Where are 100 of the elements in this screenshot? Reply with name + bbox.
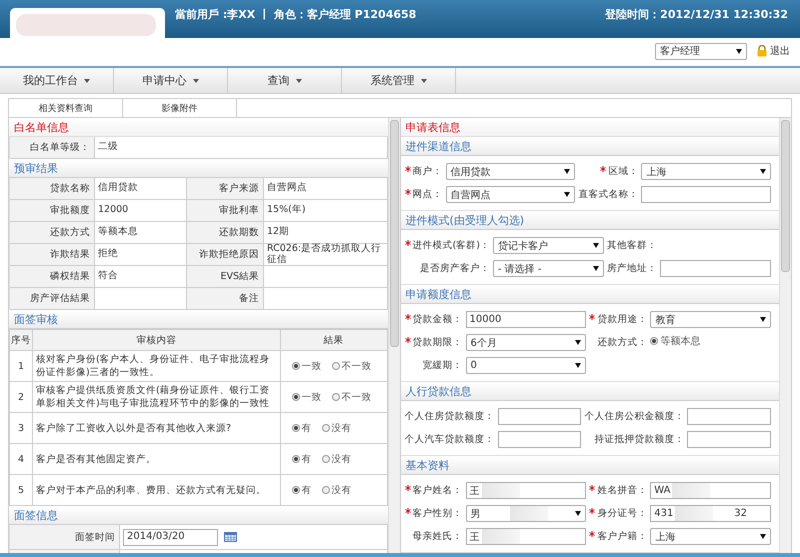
field-label: 母亲姓氏： — [412, 530, 462, 543]
radio-option[interactable]: 不一致 — [332, 390, 372, 404]
caret-icon — [575, 340, 582, 345]
required-icon — [404, 337, 410, 343]
field-label: 个人住房公积金额度： — [584, 410, 684, 423]
field-label: 客户姓名： — [412, 484, 462, 497]
radio-option[interactable]: 没有 — [322, 452, 352, 466]
field-label: 备注 — [187, 288, 264, 310]
dropdown[interactable]: 上海 — [641, 163, 771, 180]
caret-icon — [575, 511, 582, 516]
dropdown[interactable]: - 请选择 - — [492, 260, 604, 277]
required-icon — [404, 314, 410, 320]
menu-item[interactable]: 查询 — [228, 68, 342, 93]
radio-option[interactable]: 一致 — [292, 360, 322, 372]
field-label: 还款期数 — [187, 222, 264, 244]
input-field[interactable] — [641, 186, 771, 203]
caret-icon — [575, 363, 582, 368]
caret-icon — [84, 78, 90, 82]
caret-icon — [564, 169, 570, 174]
field-label: 还款方式 — [10, 222, 95, 244]
caret-icon — [564, 192, 570, 197]
radio-option[interactable]: 等额本息 — [650, 334, 771, 348]
calendar-icon[interactable] — [224, 532, 237, 542]
field-label: 贷款名称 — [10, 178, 95, 200]
lock-icon — [757, 45, 767, 57]
table-cell: 审核客户提供纸质资质文件(藉身份证原件、银行工资单影相关文件)与电子审批流程环节中的影像的一致性 — [32, 382, 280, 412]
field-label: 审批额度 — [10, 200, 95, 222]
input-field[interactable] — [687, 408, 771, 425]
tab[interactable]: 相关资料查询 — [9, 99, 123, 117]
section-title: 预审结果 — [9, 159, 388, 178]
table-cell: 3 — [10, 412, 32, 444]
field-value: 15%(年) — [264, 200, 388, 222]
input-field[interactable]: 王 — [466, 482, 586, 499]
section-title: 进件模式(由受理人勾选) — [400, 211, 779, 230]
radio-option[interactable]: 不一致 — [332, 360, 372, 372]
field-label: 个人住房贷款额度： — [404, 410, 494, 423]
section-title: 人行贷款信息 — [400, 382, 779, 401]
table-cell: 核对客户身份(客户本人、身份证件、电子审批流程身份证件影像)三者的一致性。 — [32, 350, 280, 382]
field-label: 诈欺结果 — [10, 244, 95, 266]
dropdown[interactable]: 教育 — [650, 311, 771, 328]
radio-option[interactable]: 没有 — [322, 422, 352, 434]
radio-option[interactable]: 有 — [292, 452, 312, 466]
table-cell: 1 — [10, 350, 32, 382]
dropdown[interactable]: 信用贷款 — [446, 163, 576, 180]
input-field[interactable] — [498, 431, 582, 448]
dropdown[interactable]: 0 — [466, 357, 586, 374]
dropdown[interactable]: 上海 — [650, 528, 771, 545]
radio-option[interactable]: 没有 — [322, 484, 352, 496]
section-title: 申请表信息 — [400, 118, 779, 137]
menu-item[interactable]: 我的工作台 — [0, 68, 114, 93]
field-label: 其他客群： — [606, 239, 657, 252]
input-field[interactable] — [660, 260, 771, 277]
dropdown[interactable]: 男 — [466, 505, 586, 522]
section-title: 面签信息 — [9, 506, 388, 525]
input-field[interactable]: WA — [650, 482, 771, 499]
field-label: 贷款期限： — [412, 336, 462, 349]
required-icon — [589, 508, 596, 514]
logout-link[interactable]: 退出 — [757, 44, 790, 58]
required-icon — [404, 189, 410, 195]
table-cell: 2 — [10, 382, 32, 412]
dropdown[interactable]: 贷记卡客户 — [492, 237, 604, 254]
field-label: 贷款金额： — [412, 313, 462, 326]
field-label: 姓名拼音： — [597, 484, 648, 497]
radio-option[interactable]: 一致 — [292, 390, 322, 404]
dropdown[interactable]: 自营网点 — [446, 186, 576, 203]
input-field[interactable]: 431 32 — [650, 505, 771, 522]
field-label: 房产地址： — [606, 262, 657, 275]
date-field[interactable]: 2014/03/20 — [123, 528, 218, 546]
field-label: 直客式名称： — [578, 188, 638, 201]
role-dropdown[interactable]: 客户经理 — [655, 42, 747, 60]
field-label: 身分证号： — [597, 507, 648, 520]
field-value: 12期 — [264, 222, 388, 244]
input-field[interactable]: 王 — [466, 528, 586, 545]
field-label: 房产评估結果 — [10, 288, 95, 310]
section-title: 申请额度信息 — [400, 285, 779, 304]
menu-item[interactable]: 系统管理 — [342, 68, 456, 93]
input-field[interactable] — [687, 431, 771, 448]
input-field[interactable]: 10000 — [466, 311, 586, 328]
field-label: 持证抵押贷款额度： — [594, 433, 684, 446]
section-title: 面签审核 — [9, 310, 388, 329]
tab[interactable]: 影像附件 — [123, 99, 237, 117]
caret-icon — [760, 169, 766, 174]
field-label: 客户户籍： — [597, 530, 648, 543]
radio-option[interactable]: 有 — [292, 484, 312, 496]
required-icon — [404, 508, 410, 514]
field-label: 进件模式(客群)： — [412, 239, 490, 252]
required-icon — [589, 531, 596, 537]
input-field[interactable] — [498, 408, 582, 425]
dropdown[interactable]: 6个月 — [466, 334, 586, 351]
section-title: 基本资料 — [400, 456, 779, 475]
field-label: 贷款用途： — [597, 313, 648, 326]
field-label: 客户性别： — [412, 507, 462, 520]
field-label: 面签时间 — [10, 525, 120, 550]
field-label: 网点： — [412, 188, 442, 201]
field-label: 还款方式： — [597, 336, 648, 349]
table-cell: 4 — [10, 444, 32, 474]
menu-item[interactable]: 申请中心 — [114, 68, 228, 93]
field-label: EVS結果 — [187, 266, 264, 288]
radio-option[interactable]: 有 — [292, 422, 312, 434]
caret-icon — [420, 78, 426, 82]
